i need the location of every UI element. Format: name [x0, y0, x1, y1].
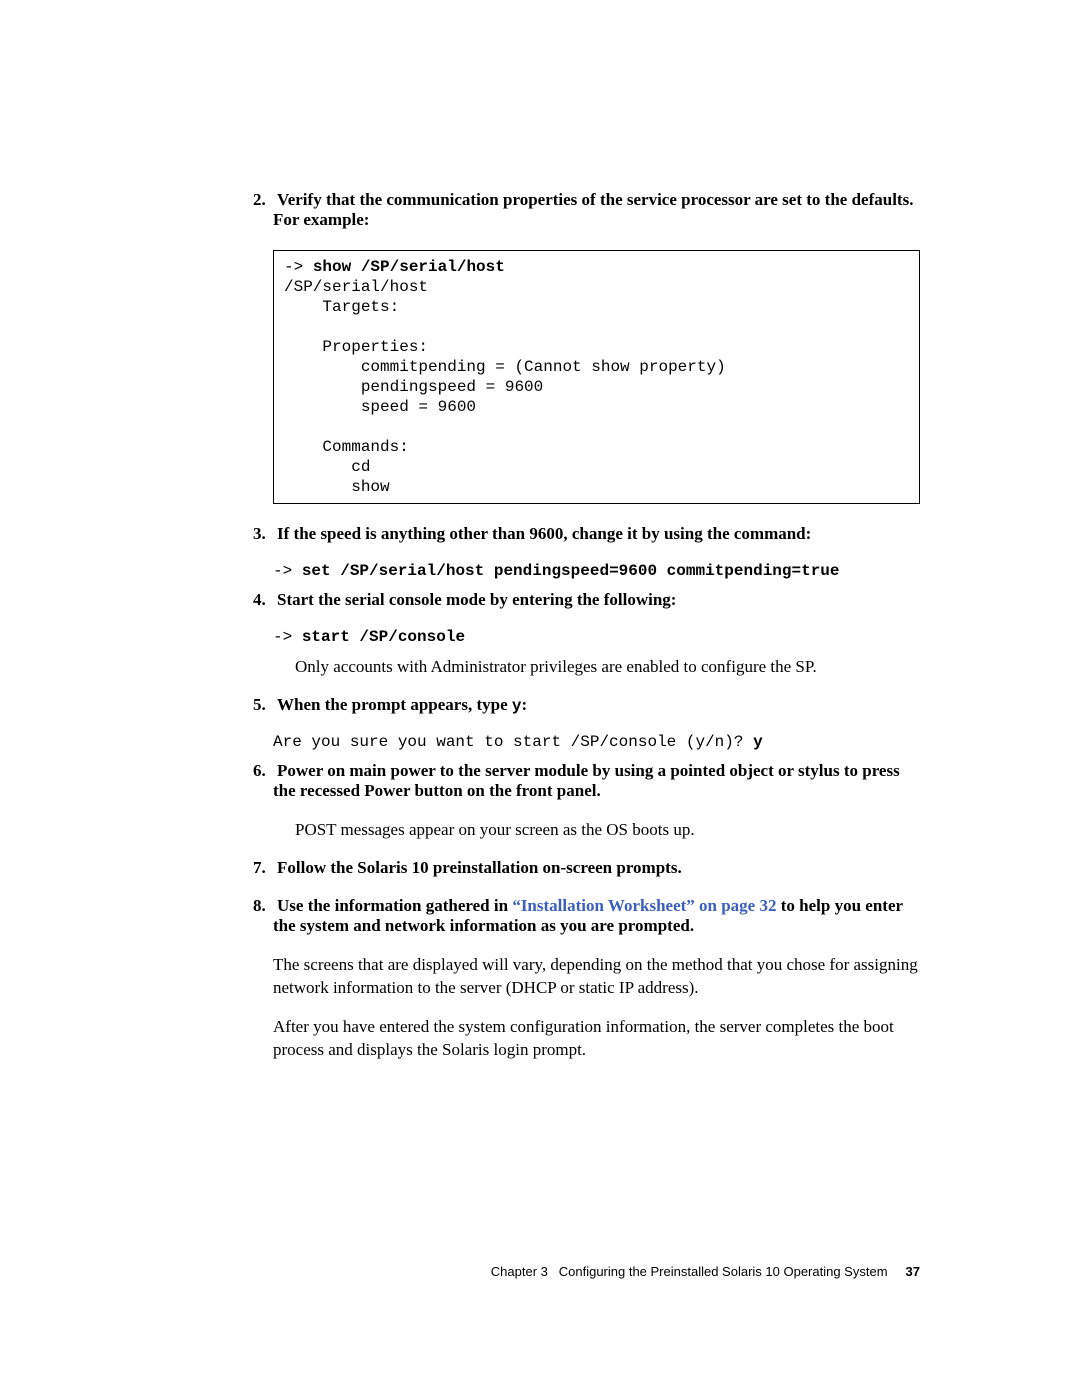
step-number: 3. [253, 524, 273, 544]
step-text: Start the serial console mode by enterin… [277, 590, 676, 609]
step-text: If the speed is anything other than 9600… [277, 524, 811, 543]
step-6: 6. Power on main power to the server mod… [273, 761, 920, 801]
step-8: 8. Use the information gathered in “Inst… [273, 896, 920, 936]
command-line: -> start /SP/console [273, 628, 920, 646]
step-text: Follow the Solaris 10 preinstallation on… [277, 858, 682, 877]
chapter-title: Configuring the Preinstalled Solaris 10 … [559, 1264, 888, 1279]
page-number: 37 [906, 1264, 920, 1279]
step-2: 2. Verify that the communication propert… [273, 190, 920, 230]
prompt: -> [273, 562, 302, 580]
body-text: Only accounts with Administrator privile… [295, 656, 920, 679]
step-text: Verify that the communication properties… [273, 190, 913, 229]
body-text: POST messages appear on your screen as t… [295, 819, 920, 842]
step-4: 4. Start the serial console mode by ente… [273, 590, 920, 610]
chapter-label: Chapter 3 [491, 1264, 548, 1279]
step-5: 5. When the prompt appears, type y: [273, 695, 920, 715]
step-number: 2. [253, 190, 273, 210]
step-number: 8. [253, 896, 273, 916]
cross-reference-link[interactable]: “Installation Worksheet” on page 32 [512, 896, 776, 915]
command-line: -> set /SP/serial/host pendingspeed=9600… [273, 562, 920, 580]
step-3: 3. If the speed is anything other than 9… [273, 524, 920, 544]
paragraph: The screens that are displayed will vary… [273, 954, 920, 1000]
paragraph: After you have entered the system config… [273, 1016, 920, 1062]
step-text: Use the information gathered in “Install… [273, 896, 903, 935]
step-7: 7. Follow the Solaris 10 preinstallation… [273, 858, 920, 878]
step-number: 6. [253, 761, 273, 781]
prompt: -> [284, 258, 313, 276]
output-text: Are you sure you want to start /SP/conso… [273, 733, 753, 751]
text-part: When the prompt appears, type [277, 695, 512, 714]
step-number: 4. [253, 590, 273, 610]
page-footer: Chapter 3 Configuring the Preinstalled S… [491, 1264, 920, 1279]
step-number: 7. [253, 858, 273, 878]
step-number: 5. [253, 695, 273, 715]
code-output: /SP/serial/host Targets: Properties: com… [284, 278, 726, 496]
command: set /SP/serial/host pendingspeed=9600 co… [302, 562, 840, 580]
code-block: -> show /SP/serial/host /SP/serial/host … [273, 250, 920, 504]
user-input: y [753, 733, 763, 751]
step-text: Power on main power to the server module… [273, 761, 900, 800]
command: show /SP/serial/host [313, 258, 505, 276]
text-part: Use the information gathered in [277, 896, 512, 915]
text-part: : [521, 695, 527, 714]
console-output: Are you sure you want to start /SP/conso… [273, 733, 920, 751]
step-text: When the prompt appears, type y: [277, 695, 527, 714]
prompt: -> [273, 628, 302, 646]
command: start /SP/console [302, 628, 465, 646]
